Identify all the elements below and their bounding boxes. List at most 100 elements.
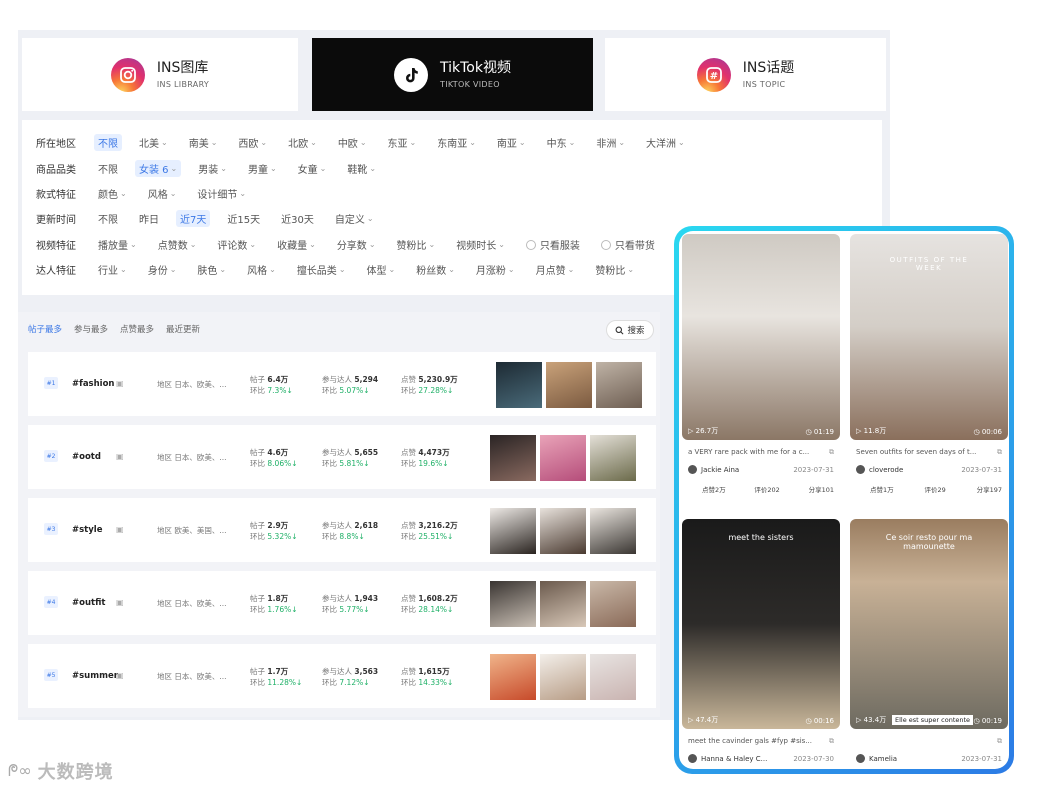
- thumbnail-image[interactable]: [590, 508, 636, 554]
- filter-option[interactable]: 月涨粉: [472, 261, 519, 278]
- thumbnail-image[interactable]: [490, 581, 536, 627]
- topic-tag[interactable]: #outfit: [72, 598, 105, 608]
- filter-option[interactable]: 男装: [194, 160, 231, 177]
- filter-option[interactable]: 不限: [94, 210, 122, 227]
- thumbnail-image[interactable]: [590, 435, 636, 481]
- video-item[interactable]: OUTFITS OF THE WEEK ▷ 11.8万 ◷ 00:06 Seven o…: [850, 234, 1008, 494]
- topic-tag[interactable]: #style: [72, 525, 102, 535]
- filter-option[interactable]: 南美: [185, 134, 222, 151]
- topic-tag[interactable]: #fashion: [72, 379, 114, 389]
- filter-option[interactable]: 东亚: [384, 134, 421, 151]
- filter-option[interactable]: 自定义: [331, 210, 378, 227]
- filter-option[interactable]: 中东: [543, 134, 580, 151]
- filter-option[interactable]: 只看带货: [597, 236, 659, 253]
- thumbnail-image[interactable]: [540, 435, 586, 481]
- topic-tag[interactable]: #ootd: [72, 452, 101, 462]
- thumbnail-image[interactable]: [546, 362, 592, 408]
- author[interactable]: Hanna & Haley C...: [688, 754, 767, 763]
- filter-option[interactable]: 体型: [363, 261, 400, 278]
- topic-row[interactable]: #4 #outfit ▣ 地区 日本、欧美、... 帖子 1.8万 环比 1.76…: [28, 571, 656, 635]
- filter-option[interactable]: 赞粉比: [591, 261, 638, 278]
- filter-option[interactable]: 风格: [144, 185, 181, 202]
- filter-option[interactable]: 北欧: [284, 134, 321, 151]
- external-link-icon[interactable]: ⧉: [997, 737, 1002, 746]
- topic-tag[interactable]: #summer: [72, 671, 118, 681]
- video-thumbnail[interactable]: ▷ 26.7万 ◷ 01:19: [682, 234, 840, 440]
- filter-option[interactable]: 鞋靴: [343, 160, 380, 177]
- video-item[interactable]: Ce soir resto pour ma mamounette Elle est…: [850, 519, 1008, 763]
- author[interactable]: Jackie Aina: [688, 465, 739, 474]
- sort-most-posts[interactable]: 帖子最多: [28, 323, 62, 335]
- sort-most-likes[interactable]: 点赞最多: [120, 323, 154, 335]
- video-title[interactable]: a VERY rare pack with me for a c... ⧉: [682, 448, 840, 457]
- tab-ins-topic[interactable]: # INS话题 INS TOPIC: [605, 38, 886, 111]
- filter-option[interactable]: 大洋洲: [642, 134, 689, 151]
- filter-option[interactable]: 近15天: [223, 210, 264, 227]
- video-thumbnail[interactable]: meet the sisters ▷ 47.4万 ◷ 00:16: [682, 519, 840, 729]
- external-link-icon[interactable]: ⧉: [829, 448, 834, 457]
- author[interactable]: Kamelia: [856, 754, 897, 763]
- filter-option[interactable]: 非洲: [592, 134, 629, 151]
- thumbnail-image[interactable]: [540, 508, 586, 554]
- video-thumbnail[interactable]: Ce soir resto pour ma mamounette Elle est…: [850, 519, 1008, 729]
- filter-option[interactable]: 女装 6: [135, 159, 182, 177]
- filter-option[interactable]: 分享数: [333, 236, 380, 253]
- filter-option[interactable]: 女童: [294, 160, 331, 177]
- filter-option[interactable]: 粉丝数: [412, 261, 459, 278]
- filter-option[interactable]: 西欧: [234, 134, 271, 151]
- author[interactable]: cloverode: [856, 465, 903, 474]
- thumbnail-image[interactable]: [496, 362, 542, 408]
- filter-option[interactable]: 中欧: [334, 134, 371, 151]
- filter-option[interactable]: 风格: [243, 261, 280, 278]
- sort-most-participants[interactable]: 参与最多: [74, 323, 108, 335]
- filter-option[interactable]: 播放量: [94, 236, 141, 253]
- topic-row[interactable]: #3 #style ▣ 地区 欧美、美国、... 帖子 2.9万 环比 5.32%…: [28, 498, 656, 562]
- filter-option[interactable]: 行业: [94, 261, 131, 278]
- filter-option[interactable]: 东南亚: [433, 134, 480, 151]
- video-item[interactable]: meet the sisters ▷ 47.4万 ◷ 00:16 meet the c…: [682, 519, 840, 763]
- tab-ins-library[interactable]: INS图库 INS LIBRARY: [22, 38, 298, 111]
- filter-option[interactable]: 只看服装: [522, 236, 584, 253]
- thumbnail-image[interactable]: [590, 654, 636, 700]
- filter-option[interactable]: 男童: [244, 160, 281, 177]
- filter-option[interactable]: 不限: [94, 160, 122, 177]
- filter-option[interactable]: 收藏量: [273, 236, 320, 253]
- video-thumbnail[interactable]: OUTFITS OF THE WEEK ▷ 11.8万 ◷ 00:06: [850, 234, 1008, 440]
- topic-row[interactable]: #1 #fashion ▣ 地区 日本、欧美、... 帖子 6.4万 环比 7.3…: [28, 352, 656, 416]
- filter-option[interactable]: 肤色: [193, 261, 230, 278]
- thumbnail-image[interactable]: [490, 508, 536, 554]
- filter-option[interactable]: 视频时长: [452, 236, 509, 253]
- tab-tiktok-video[interactable]: TikTok视频 TIKTOK VIDEO: [312, 38, 593, 111]
- sort-recent[interactable]: 最近更新: [166, 323, 200, 335]
- thumbnail-image[interactable]: [540, 654, 586, 700]
- external-link-icon[interactable]: ⧉: [829, 737, 834, 746]
- filter-option[interactable]: 月点赞: [532, 261, 579, 278]
- thumbnail-image[interactable]: [490, 654, 536, 700]
- filter-option[interactable]: 昨日: [135, 210, 163, 227]
- filter-option[interactable]: 南亚: [493, 134, 530, 151]
- filter-option[interactable]: 赞粉比: [393, 236, 440, 253]
- filter-option[interactable]: 不限: [94, 134, 122, 152]
- watermark-logo-icon: ᖘ∞: [8, 761, 32, 780]
- filter-option[interactable]: 身份: [144, 261, 181, 278]
- topic-row[interactable]: #2 #ootd ▣ 地区 日本、欧美、... 帖子 4.6万 环比 8.06%↓…: [28, 425, 656, 489]
- filter-option[interactable]: 擅长品类: [293, 261, 350, 278]
- filter-option[interactable]: 近30天: [277, 210, 318, 227]
- filter-option[interactable]: 点赞数: [154, 236, 201, 253]
- video-item[interactable]: ▷ 26.7万 ◷ 01:19 a VERY rare pack with me f…: [682, 234, 840, 494]
- thumbnail-image[interactable]: [540, 581, 586, 627]
- thumbnail-image[interactable]: [490, 435, 536, 481]
- external-link-icon[interactable]: ⧉: [997, 448, 1002, 457]
- video-title[interactable]: ⧉: [850, 737, 1008, 746]
- search-button[interactable]: 搜索: [606, 320, 654, 340]
- filter-option[interactable]: 评论数: [213, 236, 260, 253]
- thumbnail-image[interactable]: [590, 581, 636, 627]
- filter-option[interactable]: 设计细节: [193, 185, 250, 202]
- thumbnail-image[interactable]: [596, 362, 642, 408]
- topic-row[interactable]: #5 #summer ▣ 地区 日本、欧美、... 帖子 1.7万 环比 11.2…: [28, 644, 656, 708]
- filter-option[interactable]: 北美: [135, 134, 172, 151]
- filter-option[interactable]: 近7天: [176, 210, 211, 228]
- filter-option[interactable]: 颜色: [94, 185, 131, 202]
- video-title[interactable]: Seven outfits for seven days of t... ⧉: [850, 448, 1008, 457]
- video-title[interactable]: meet the cavinder gals #fyp #sis... ⧉: [682, 737, 840, 746]
